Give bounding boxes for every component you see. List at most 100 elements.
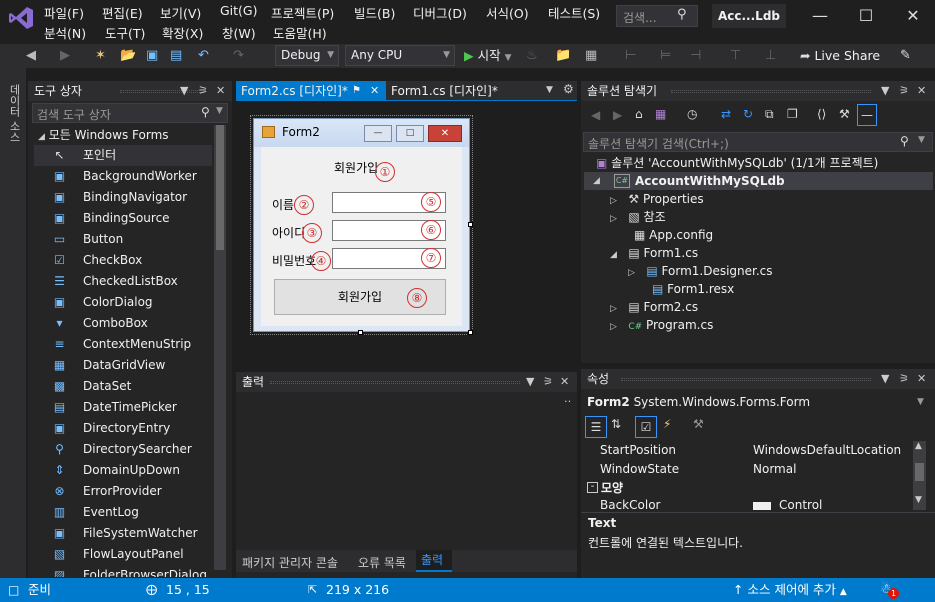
minimize-button[interactable]: — bbox=[805, 6, 835, 26]
scroll-up-icon[interactable]: ▲ bbox=[915, 441, 922, 451]
align-left-icon[interactable]: ⊢ bbox=[625, 48, 636, 63]
dropdown-icon[interactable]: ▼ bbox=[180, 81, 188, 101]
maximize-button[interactable]: ☐ bbox=[851, 6, 881, 26]
align-top-icon[interactable]: ⊤ bbox=[730, 48, 741, 63]
toolbox-item[interactable]: ☑ CheckBox bbox=[34, 250, 212, 271]
resize-handle-bottom[interactable] bbox=[358, 330, 363, 335]
toolbox-item[interactable]: ▨ FolderBrowserDialog bbox=[34, 565, 212, 577]
open-folder-icon[interactable]: 📂 bbox=[120, 48, 136, 63]
tree-item-properties[interactable]: ▷ ⚒ Properties bbox=[610, 190, 704, 208]
dropdown-icon[interactable]: ▼ bbox=[881, 369, 889, 389]
tab-form2-designer[interactable]: Form2.cs [디자인]* ⚑ ✕ bbox=[236, 81, 386, 101]
events-lightning-icon[interactable]: ⚡ bbox=[663, 417, 671, 431]
scrollbar-thumb[interactable] bbox=[216, 125, 224, 250]
align-bottom-icon[interactable]: ⊥ bbox=[765, 48, 776, 63]
tree-item-form1[interactable]: ◢ ▤ Form1.cs bbox=[610, 244, 698, 262]
toolbox-item[interactable]: ▥ EventLog bbox=[34, 502, 212, 523]
menu-git[interactable]: Git(G) bbox=[220, 3, 258, 18]
tree-item-program[interactable]: ▷ C# Program.cs bbox=[610, 316, 713, 334]
toolbox-item[interactable]: ☰ CheckedListBox bbox=[34, 271, 212, 292]
name-label[interactable]: 이름 bbox=[272, 196, 294, 213]
close-icon[interactable]: ✕ bbox=[216, 81, 225, 101]
property-category[interactable]: - 모양 bbox=[583, 479, 913, 498]
vs-switch-icon[interactable]: ▦ bbox=[655, 107, 666, 121]
align-center-icon[interactable]: ⊨ bbox=[660, 48, 671, 63]
menu-extensions[interactable]: 확장(X) bbox=[162, 23, 203, 42]
back-icon[interactable]: ◀ bbox=[591, 108, 600, 122]
close-icon[interactable]: ✕ bbox=[370, 81, 379, 101]
pin-icon[interactable]: ⚑ bbox=[352, 81, 361, 101]
toolbox-item[interactable]: ▣ FileSystemWatcher bbox=[34, 523, 212, 544]
properties-wrench-icon[interactable]: ⚒ bbox=[839, 107, 850, 121]
toolbox-item[interactable]: ⊗ ErrorProvider bbox=[34, 481, 212, 502]
menu-edit[interactable]: 편집(E) bbox=[102, 3, 143, 22]
tab-output[interactable]: 출력 bbox=[416, 550, 452, 572]
menu-file[interactable]: 파일(F) bbox=[44, 3, 84, 22]
close-icon[interactable]: ✕ bbox=[917, 369, 926, 389]
menu-tools[interactable]: 도구(T) bbox=[105, 23, 145, 42]
property-row[interactable]: StartPosition WindowsDefaultLocation bbox=[583, 441, 913, 460]
feedback-icon[interactable]: ✎ bbox=[900, 48, 911, 63]
history-icon[interactable]: ◷ bbox=[687, 107, 697, 121]
toolbox-item[interactable]: ▣ BindingSource bbox=[34, 208, 212, 229]
refresh-icon[interactable]: ↻ bbox=[743, 107, 753, 121]
layout-icon[interactable]: ▦ bbox=[585, 48, 597, 63]
password-label[interactable]: 비밀번호 bbox=[272, 252, 316, 269]
tree-item-form1-resx[interactable]: ▤ Form1.resx bbox=[652, 280, 734, 298]
dropdown-icon[interactable]: ▼ bbox=[526, 372, 534, 392]
property-value[interactable]: Control bbox=[779, 498, 822, 510]
toolbox-item[interactable]: ▩ DataSet bbox=[34, 376, 212, 397]
platform-dropdown[interactable]: Any CPU ▼ bbox=[345, 45, 455, 66]
close-icon[interactable]: ✕ bbox=[917, 81, 926, 101]
start-button[interactable]: ▶ 시작 ▼ bbox=[464, 46, 512, 66]
heading-label[interactable]: 회원가입 bbox=[334, 159, 378, 176]
toolbox-item[interactable]: ↖ 포인터 bbox=[34, 145, 212, 166]
pin-icon[interactable]: ⚞ bbox=[198, 81, 208, 101]
sync-icon[interactable]: ⇄ bbox=[721, 107, 731, 121]
align-right-icon[interactable]: ⊣ bbox=[690, 48, 701, 63]
menu-help[interactable]: 도움말(H) bbox=[273, 23, 327, 42]
menu-debug[interactable]: 디버그(D) bbox=[413, 3, 467, 22]
menu-view[interactable]: 보기(V) bbox=[160, 3, 201, 22]
property-row[interactable]: BackColor Control bbox=[583, 498, 913, 510]
close-icon[interactable]: ✕ bbox=[560, 372, 569, 392]
collapse-all-icon[interactable]: ⧉ bbox=[765, 107, 774, 122]
output-options-icon[interactable]: ․․ bbox=[564, 392, 571, 405]
close-window-button[interactable]: ✕ bbox=[898, 6, 928, 26]
undo-icon[interactable]: ↶ bbox=[198, 48, 209, 63]
properties-scrollbar[interactable]: ▲ ▼ bbox=[913, 441, 926, 510]
solution-search-input[interactable]: 솔루션 탐색기 검색(Ctrl+;) ⚲ ▼ bbox=[583, 132, 933, 152]
settings-gear-icon[interactable]: ⚙ bbox=[563, 82, 574, 96]
tree-item-form2[interactable]: ▷ ▤ Form2.cs bbox=[610, 298, 698, 316]
form2-window[interactable]: Form2 — □ ✕ 회원가입 ① 이름 ② ⑤ 아이디 ③ ⑥ 비밀번호 ④… bbox=[253, 118, 470, 332]
toolbox-item[interactable]: ▭ Button bbox=[34, 229, 212, 250]
pin-icon[interactable]: ⚞ bbox=[899, 81, 909, 101]
solution-node[interactable]: ▣ 솔루션 'AccountWithMySQLdb' (1/1개 프로젝트) bbox=[596, 154, 878, 172]
toolbox-item[interactable]: ▤ DateTimePicker bbox=[34, 397, 212, 418]
pin-icon[interactable]: ⚞ bbox=[543, 372, 553, 392]
solution-folder-icon[interactable]: 📁 bbox=[555, 48, 571, 63]
splitter[interactable] bbox=[581, 512, 935, 513]
source-control-button[interactable]: ↑ 소스 제어에 추가 ▲ bbox=[733, 578, 847, 602]
menu-window[interactable]: 창(W) bbox=[222, 23, 256, 42]
show-all-files-icon[interactable]: ❐ bbox=[787, 107, 798, 121]
toolbox-item[interactable]: ▣ BackgroundWorker bbox=[34, 166, 212, 187]
notifications-button[interactable]: ☃ 1 bbox=[880, 581, 902, 599]
save-icon[interactable]: ▣ bbox=[146, 48, 158, 63]
tree-item-app-config[interactable]: ▦ App.config bbox=[634, 226, 713, 244]
tab-package-manager-console[interactable]: 패키지 관리자 콘솔 bbox=[242, 554, 338, 571]
menu-project[interactable]: 프로젝트(P) bbox=[271, 3, 334, 22]
toolbox-item[interactable]: ⇕ DomainUpDown bbox=[34, 460, 212, 481]
menu-build[interactable]: 빌드(B) bbox=[354, 3, 395, 22]
redo-icon[interactable]: ↷ bbox=[233, 48, 244, 63]
toolbox-item[interactable]: ▣ BindingNavigator bbox=[34, 187, 212, 208]
tab-form1-designer[interactable]: Form1.cs [디자인]* bbox=[391, 81, 498, 101]
categorized-icon[interactable]: ☰ bbox=[585, 416, 607, 438]
toolbox-item[interactable]: ▣ DirectoryEntry bbox=[34, 418, 212, 439]
new-item-icon[interactable]: ✶ bbox=[95, 48, 106, 63]
project-node[interactable]: ◢ C# AccountWithMySQLdb bbox=[584, 172, 933, 190]
tree-item-form1-designer[interactable]: ▷ ▤ Form1.Designer.cs bbox=[628, 262, 773, 280]
property-pages-icon[interactable]: ⚒ bbox=[693, 417, 704, 431]
menu-test[interactable]: 테스트(S) bbox=[548, 3, 600, 22]
preview-selected-icon[interactable]: — bbox=[857, 104, 877, 126]
